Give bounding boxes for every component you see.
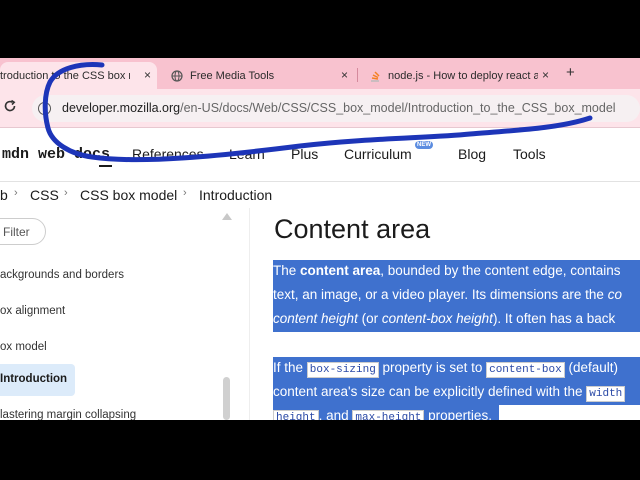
text-span: content area: [300, 263, 381, 278]
tab-free-media-tools[interactable]: Free Media Tools ×: [164, 62, 354, 89]
globe-icon: [171, 69, 183, 82]
chevron-right-icon: ›: [64, 187, 68, 199]
chevron-right-icon: ›: [14, 187, 18, 199]
text-span: co: [607, 287, 622, 302]
breadcrumb-introduction[interactable]: Introduction: [199, 187, 272, 203]
selected-text-line: content area's size can be explicitly de…: [273, 381, 640, 405]
sidebar-item-backgrounds[interactable]: ackgrounds and borders: [0, 269, 124, 281]
code-span[interactable]: height: [273, 410, 319, 420]
selected-text-line: text, an image, or a video player. Its d…: [273, 284, 640, 308]
text-span: properties.: [424, 408, 492, 420]
mdn-logo[interactable]: mdn web docs: [2, 146, 110, 163]
scroll-up-arrow-icon[interactable]: [222, 213, 232, 220]
sidebar-item-introduction[interactable]: Introduction: [0, 364, 75, 396]
sidebar-item-margin-collapsing[interactable]: lastering margin collapsing: [0, 409, 136, 420]
text-span: If the: [273, 360, 307, 375]
sidebar-scrollbar[interactable]: [223, 377, 230, 420]
logo-underline: [99, 165, 112, 167]
page-heading: Content area: [274, 214, 431, 244]
code-span[interactable]: content-box: [486, 362, 565, 378]
nav-curriculum[interactable]: Curriculum: [344, 146, 412, 162]
browser-toolbar: developer.mozilla.org/en-US/docs/Web/CSS…: [0, 89, 640, 128]
nav-references[interactable]: References: [132, 146, 204, 162]
breadcrumb-css-box-model[interactable]: CSS box model: [80, 187, 177, 203]
tab-label: node.js - How to deploy react a: [388, 69, 538, 82]
nav-plus[interactable]: Plus: [291, 146, 318, 162]
text-span: content height: [273, 311, 358, 326]
sidebar-item-box-model[interactable]: ox model: [0, 341, 47, 353]
code-span[interactable]: box-sizing: [306, 362, 379, 378]
address-bar[interactable]: developer.mozilla.org/en-US/docs/Web/CSS…: [32, 95, 640, 122]
breadcrumb: b › CSS › CSS box model › Introduction: [0, 183, 640, 208]
chevron-right-icon: ›: [183, 187, 187, 199]
main-content: Content area The content area, bounded b…: [250, 208, 640, 420]
breadcrumb-web[interactable]: b: [0, 187, 8, 203]
text-span: (default): [564, 360, 618, 375]
text-span: content area's size can be explicitly de…: [273, 384, 587, 399]
breadcrumb-css[interactable]: CSS: [30, 187, 59, 203]
text-span: , bounded by the content edge, contains: [380, 263, 621, 278]
reload-icon[interactable]: [3, 99, 17, 113]
tab-separator: [357, 68, 358, 82]
close-icon[interactable]: ×: [542, 68, 549, 82]
text-span: property is set to: [378, 360, 487, 375]
tab-stackoverflow[interactable]: node.js - How to deploy react a ×: [362, 62, 555, 89]
selected-text-line: If the box-sizing property is set to con…: [273, 357, 640, 381]
stackoverflow-icon: [371, 70, 380, 82]
tab-mdn-box-model[interactable]: troduction to the CSS box mo ×: [0, 62, 157, 89]
text-span: , and: [318, 408, 353, 420]
browser-window: troduction to the CSS box mo × Free Medi…: [0, 58, 640, 420]
mdn-header: mdn web docs References Learn Plus Curri…: [0, 128, 640, 182]
text-span: text, an image, or a video player. Its d…: [273, 287, 608, 302]
text-span: The: [273, 263, 301, 278]
tab-label: Free Media Tools: [190, 69, 275, 82]
tab-bar: troduction to the CSS box mo × Free Medi…: [0, 58, 640, 89]
filter-input[interactable]: Filter: [0, 218, 46, 245]
text-span: ). It often has a back: [492, 311, 616, 326]
sidebar: Filter ackgrounds and borders ox alignmen…: [0, 208, 250, 420]
nav-learn[interactable]: Learn: [229, 146, 265, 162]
code-span[interactable]: width: [586, 386, 626, 402]
text-span: (or: [357, 311, 382, 326]
new-tab-button[interactable]: +: [566, 64, 575, 81]
close-icon[interactable]: ×: [144, 68, 151, 82]
site-info-icon[interactable]: [38, 102, 51, 115]
nav-tools[interactable]: Tools: [513, 146, 546, 162]
nav-blog[interactable]: Blog: [458, 146, 486, 162]
close-icon[interactable]: ×: [341, 68, 348, 82]
text-span: content-box height: [381, 311, 493, 326]
url-text[interactable]: developer.mozilla.org/en-US/docs/Web/CSS…: [62, 101, 616, 115]
sidebar-item-box-alignment[interactable]: ox alignment: [0, 305, 65, 317]
new-badge: NEW: [415, 141, 433, 149]
code-span[interactable]: max-height: [352, 410, 425, 420]
tab-label: troduction to the CSS box mo: [0, 69, 130, 82]
selected-text-line: The content area, bounded by the content…: [273, 260, 640, 284]
selected-text-line: content height (or content-box height). …: [273, 308, 640, 332]
selected-text-line: height, and max-height properties.: [273, 405, 499, 420]
